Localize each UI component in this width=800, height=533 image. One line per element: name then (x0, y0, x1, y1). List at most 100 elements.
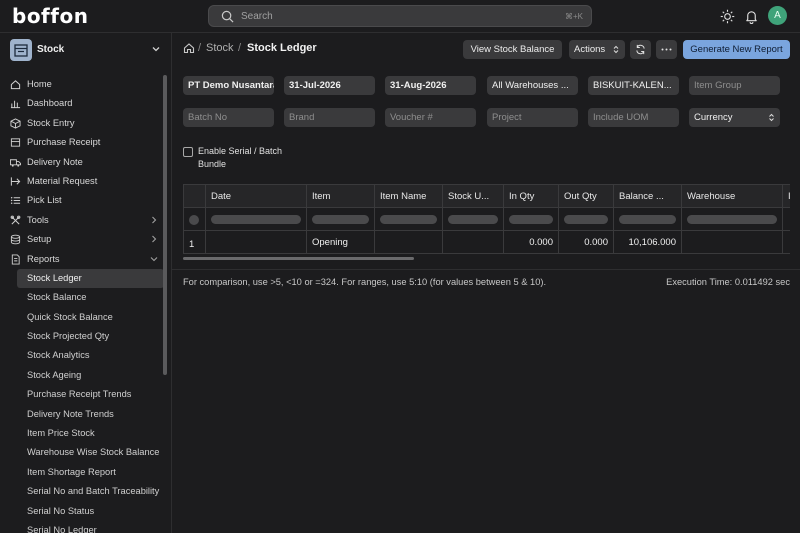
row-index-header (184, 185, 206, 207)
more-horizontal-icon (661, 48, 672, 51)
generate-new-report-button[interactable]: Generate New Report (683, 40, 790, 59)
sidebar-item-label: Pick List (27, 195, 62, 206)
report-quick-stock-balance[interactable]: Quick Stock Balance (0, 308, 172, 327)
brand-filter[interactable]: Brand (284, 108, 375, 127)
cell-stock-uom[interactable] (443, 231, 504, 253)
chevron-right-icon (152, 235, 157, 243)
chevron-down-icon (152, 47, 160, 52)
actions-button[interactable]: Actions (569, 40, 625, 59)
sidebar: Stock Home Dashboard Stock Entry Purchas… (0, 33, 172, 533)
report-item-price-stock[interactable]: Item Price Stock (0, 424, 172, 443)
from-date-filter[interactable]: 31-Jul-2026 (284, 76, 375, 95)
stock-entry-icon (10, 118, 21, 129)
item-name-column-filter[interactable] (380, 215, 437, 224)
breadcrumb-separator: / (198, 42, 202, 54)
date-column-filter[interactable] (211, 215, 301, 224)
cell-date[interactable] (206, 231, 307, 253)
sidebar-item-tools[interactable]: Tools (0, 211, 172, 230)
reports-icon (11, 253, 20, 265)
report-stock-balance[interactable]: Stock Balance (0, 288, 172, 307)
cell-overflow[interactable] (783, 231, 790, 253)
to-date-filter[interactable]: 31-Aug-2026 (385, 76, 476, 95)
currency-select[interactable]: Currency (689, 108, 780, 127)
cell-in-qty[interactable]: 0.000 (504, 231, 559, 253)
material-request-icon (10, 177, 21, 186)
search-placeholder: Search (241, 11, 273, 22)
more-options-button[interactable] (656, 40, 677, 59)
chevron-right-icon (152, 216, 157, 224)
execution-time: Execution Time: 0.011492 sec (666, 277, 790, 287)
item-column-filter[interactable] (312, 215, 369, 224)
in-qty-column-filter[interactable] (509, 215, 553, 224)
report-stock-analytics[interactable]: Stock Analytics (0, 346, 172, 365)
search-bar[interactable]: Search ⌘+K (208, 5, 592, 27)
column-header-item[interactable]: Item (307, 185, 375, 207)
cell-warehouse[interactable] (682, 231, 783, 253)
user-avatar[interactable]: A (768, 6, 787, 25)
report-stock-ledger[interactable]: Stock Ledger (17, 268, 164, 289)
app-logo[interactable]: boffon (12, 4, 88, 28)
table-horizontal-scrollbar[interactable] (183, 257, 414, 260)
report-warehouse-wise-stock-balance[interactable]: Warehouse Wise Stock Balance (0, 443, 172, 462)
balance-column-filter[interactable] (619, 215, 676, 224)
column-header-warehouse[interactable]: Warehouse (682, 185, 783, 207)
sidebar-item-label: Tools (27, 214, 49, 225)
row-select-all[interactable] (189, 215, 199, 225)
filter-cell (614, 208, 682, 230)
column-header-stock-uom[interactable]: Stock U... (443, 185, 504, 207)
serial-batch-checkbox[interactable] (183, 147, 193, 157)
report-serial-batch-traceability[interactable]: Serial No and Batch Traceability (0, 482, 172, 501)
notification-bell-icon[interactable] (744, 9, 759, 24)
warehouse-filter[interactable]: All Warehouses ... (487, 76, 578, 95)
table-row[interactable]: 1 Opening 0.000 0.000 10,106.000 (184, 231, 790, 253)
cell-balance[interactable]: 10,106.000 (614, 231, 682, 253)
filter-cell (206, 208, 307, 230)
sidebar-item-material-request[interactable]: Material Request (0, 172, 172, 191)
batch-no-filter[interactable]: Batch No (183, 108, 274, 127)
sidebar-item-pick-list[interactable]: Pick List (0, 191, 172, 210)
report-stock-projected-qty[interactable]: Stock Projected Qty (0, 327, 172, 346)
out-qty-column-filter[interactable] (564, 215, 608, 224)
sidebar-item-setup[interactable]: Setup (0, 230, 172, 249)
setup-icon (10, 234, 21, 245)
item-group-filter[interactable]: Item Group (689, 76, 780, 95)
module-switcher[interactable]: Stock (10, 39, 165, 61)
include-uom-filter[interactable]: Include UOM (588, 108, 679, 127)
cell-item[interactable]: Opening (307, 231, 375, 253)
report-delivery-note-trends[interactable]: Delivery Note Trends (0, 405, 172, 424)
item-filter[interactable]: BISKUIT-KALEN... (588, 76, 679, 95)
report-item-shortage[interactable]: Item Shortage Report (0, 463, 172, 482)
company-filter[interactable]: PT Demo Nusantara (183, 76, 274, 95)
filter-cell (504, 208, 559, 230)
cell-out-qty[interactable]: 0.000 (559, 231, 614, 253)
report-purchase-receipt-trends[interactable]: Purchase Receipt Trends (0, 385, 172, 404)
cell-item-name[interactable] (375, 231, 443, 253)
theme-toggle-icon[interactable] (720, 9, 735, 24)
report-serial-no-status[interactable]: Serial No Status (0, 502, 172, 521)
sidebar-item-label: Material Request (27, 175, 98, 186)
home-icon[interactable] (183, 42, 195, 54)
breadcrumb-parent[interactable]: Stock (206, 42, 234, 54)
refresh-button[interactable] (630, 40, 651, 59)
stock-uom-column-filter[interactable] (448, 215, 498, 224)
column-header-out-qty[interactable]: Out Qty (559, 185, 614, 207)
voucher-filter[interactable]: Voucher # (385, 108, 476, 127)
report-stock-ageing[interactable]: Stock Ageing (0, 366, 172, 385)
receipt-icon (10, 138, 21, 147)
sidebar-item-home[interactable]: Home (0, 75, 172, 94)
sidebar-item-delivery-note[interactable]: Delivery Note (0, 153, 172, 172)
column-header-item-name[interactable]: Item Name (375, 185, 443, 207)
column-header-date[interactable]: Date (206, 185, 307, 207)
sidebar-item-reports[interactable]: Reports (0, 250, 172, 269)
column-header-balance[interactable]: Balance ... (614, 185, 682, 207)
view-stock-balance-button[interactable]: View Stock Balance (463, 40, 562, 59)
column-header-in-qty[interactable]: In Qty (504, 185, 559, 207)
column-header-overflow[interactable]: I (783, 185, 790, 207)
project-filter[interactable]: Project (487, 108, 578, 127)
warehouse-column-filter[interactable] (687, 215, 777, 224)
sidebar-item-dashboard[interactable]: Dashboard (0, 94, 172, 113)
sidebar-scrollbar[interactable] (163, 75, 167, 375)
report-serial-no-ledger[interactable]: Serial No Ledger (0, 521, 172, 533)
sidebar-item-stock-entry[interactable]: Stock Entry (0, 114, 172, 133)
sidebar-item-purchase-receipt[interactable]: Purchase Receipt (0, 133, 172, 152)
